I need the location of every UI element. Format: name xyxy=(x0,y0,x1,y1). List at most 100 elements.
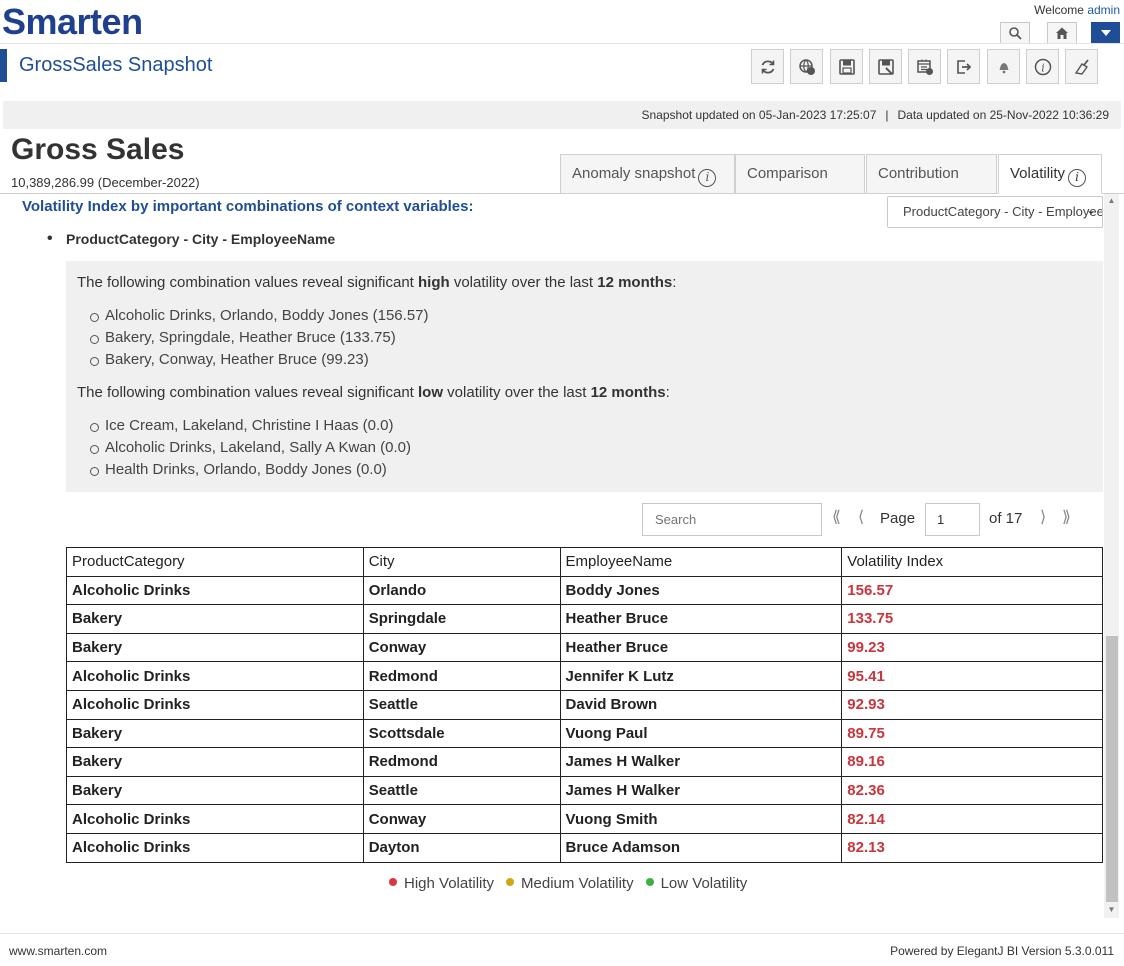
volatility-heading: Volatility Index by important combinatio… xyxy=(22,198,474,215)
tab-comparison[interactable]: Comparison xyxy=(735,154,865,194)
column-header-productcategory[interactable]: ProductCategory xyxy=(66,547,364,577)
cell-volatility-index: 133.75 xyxy=(841,604,1103,634)
cell-volatility-index: 82.13 xyxy=(841,832,1103,863)
combination-select[interactable]: ProductCategory - City - EmployeeName ⌄ xyxy=(887,196,1103,228)
update-info-bar: Snapshot updated on 05-Jan-2023 17:25:07… xyxy=(3,101,1121,129)
cell-productcategory: Alcoholic Drinks xyxy=(66,689,364,720)
user-link[interactable]: admin xyxy=(1087,3,1120,17)
exit-button[interactable] xyxy=(947,49,980,84)
cell-productcategory: Bakery xyxy=(66,775,364,806)
legend-dot xyxy=(645,878,654,886)
cell-volatility-index: 156.57 xyxy=(841,575,1103,606)
title-accent xyxy=(0,49,7,82)
save-as-icon xyxy=(877,58,894,75)
smarten-logo: Smarten xyxy=(2,1,143,42)
cell-volatility-index: 82.14 xyxy=(841,804,1103,834)
cell-volatility-index: 89.16 xyxy=(841,747,1103,777)
menu-dropdown-button[interactable] xyxy=(1091,22,1120,44)
welcome-label: Welcome xyxy=(1034,3,1084,17)
cell-city: Redmond xyxy=(362,661,561,691)
search-icon xyxy=(1009,27,1022,40)
table-header-row: ProductCategory City EmployeeName Volati… xyxy=(66,547,1103,577)
search-button[interactable] xyxy=(1000,22,1030,44)
cell-employeename: Heather Bruce xyxy=(559,632,843,663)
cell-city: Orlando xyxy=(362,575,561,606)
scroll-up-icon[interactable]: ▲ xyxy=(1104,196,1119,205)
high-volatility-text: The following combination values reveal … xyxy=(77,274,677,291)
data-updated: Data updated on 25-Nov-2022 10:36:29 xyxy=(897,108,1110,122)
table-row: Alcoholic Drinks Seattle David Brown 92.93 xyxy=(66,689,1103,720)
page-label: Page xyxy=(880,510,916,527)
table-row: Alcoholic Drinks Dayton Bruce Adamson 82.13 xyxy=(66,832,1103,863)
scrollbar-thumb[interactable] xyxy=(1106,636,1118,902)
low-volatility-text: The following combination values reveal … xyxy=(77,384,670,401)
legend-dot xyxy=(389,878,397,886)
footer-divider xyxy=(0,933,1124,934)
cell-productcategory: Alcoholic Drinks xyxy=(66,832,364,863)
refresh-button[interactable] xyxy=(751,49,784,84)
scroll-down-icon[interactable]: ▼ xyxy=(1104,905,1119,914)
cleanup-icon xyxy=(1074,58,1089,75)
info-separator: | xyxy=(885,108,889,122)
next-page-icon[interactable]: ⟩ xyxy=(1040,507,1046,527)
cell-volatility-index: 92.93 xyxy=(841,689,1103,720)
cell-productcategory: Alcoholic Drinks xyxy=(66,575,364,606)
notification-button[interactable] xyxy=(987,49,1020,84)
home-button[interactable] xyxy=(1047,22,1077,44)
info-button[interactable]: i xyxy=(1026,49,1059,84)
info-icon[interactable]: i xyxy=(1068,169,1087,187)
search-input[interactable] xyxy=(642,503,822,536)
volatility-table: ProductCategory City EmployeeName Volati… xyxy=(66,547,1103,863)
welcome-text: Welcome admin xyxy=(1034,3,1120,17)
table-row: Alcoholic Drinks Redmond Jennifer K Lutz 95… xyxy=(66,661,1103,691)
tab-contribution[interactable]: Contribution xyxy=(866,154,997,194)
page-count: of 17 xyxy=(989,510,1023,527)
caret-down-icon xyxy=(1100,30,1111,36)
list-item: Bakery, Springdale, Heather Bruce (133.7… xyxy=(90,329,396,346)
schedule-icon xyxy=(916,59,933,75)
cell-productcategory: Alcoholic Drinks xyxy=(66,804,364,834)
schedule-button[interactable] xyxy=(908,49,941,84)
info-icon[interactable]: i xyxy=(698,169,717,187)
legend-item-high: High Volatility xyxy=(389,875,494,892)
table-row: Bakery Seattle James H Walker 82.36 xyxy=(66,775,1103,806)
save-button[interactable] xyxy=(830,49,863,84)
first-page-icon[interactable]: ⟪ xyxy=(832,507,841,527)
column-header-volatility-index[interactable]: Volatility Index xyxy=(841,547,1103,577)
cleanup-button[interactable] xyxy=(1065,49,1098,84)
table-row: Alcoholic Drinks Orlando Boddy Jones 156.57 xyxy=(66,575,1103,606)
cell-volatility-index: 89.75 xyxy=(841,718,1103,749)
tab-anomaly-snapshot[interactable]: Anomaly snapshot i xyxy=(560,154,735,194)
home-icon xyxy=(1056,27,1068,39)
cell-volatility-index: 95.41 xyxy=(841,661,1103,691)
publish-button[interactable] xyxy=(790,49,823,84)
legend-item-low: Low Volatility xyxy=(645,875,747,892)
cell-city: Conway xyxy=(362,804,561,834)
cell-productcategory: Bakery xyxy=(66,747,364,777)
list-item: Alcoholic Drinks, Orlando, Boddy Jones (… xyxy=(90,307,429,324)
volatility-summary: The following combination values reveal … xyxy=(66,261,1103,492)
cell-productcategory: Bakery xyxy=(66,604,364,634)
cell-volatility-index: 82.36 xyxy=(841,775,1103,806)
cell-employeename: Boddy Jones xyxy=(559,575,843,606)
table-row: Bakery Scottsdale Vuong Paul 89.75 xyxy=(66,718,1103,749)
cell-employeename: Jennifer K Lutz xyxy=(559,661,843,691)
column-header-employeename[interactable]: EmployeeName xyxy=(559,547,843,577)
last-page-icon[interactable]: ⟫ xyxy=(1062,507,1071,527)
cell-city: Springdale xyxy=(362,604,561,634)
tab-volatility[interactable]: Volatility i xyxy=(998,154,1102,194)
tab-label: Contribution xyxy=(878,165,959,182)
save-as-button[interactable] xyxy=(869,49,902,84)
footer-website[interactable]: www.smarten.com xyxy=(9,944,107,958)
cell-volatility-index: 99.23 xyxy=(841,632,1103,663)
cell-city: Dayton xyxy=(362,832,561,863)
cell-city: Seattle xyxy=(362,689,561,720)
cell-employeename: James H Walker xyxy=(559,775,843,806)
page-number-input[interactable] xyxy=(925,503,980,536)
kpi-value: 10,389,286.99 (December-2022) xyxy=(11,175,200,190)
previous-page-icon[interactable]: ⟨ xyxy=(858,507,864,527)
column-header-city[interactable]: City xyxy=(362,547,561,577)
tab-label: Anomaly snapshot xyxy=(572,165,696,182)
table-row: Bakery Springdale Heather Bruce 133.75 xyxy=(66,604,1103,634)
legend-item-medium: Medium Volatility xyxy=(506,875,634,892)
